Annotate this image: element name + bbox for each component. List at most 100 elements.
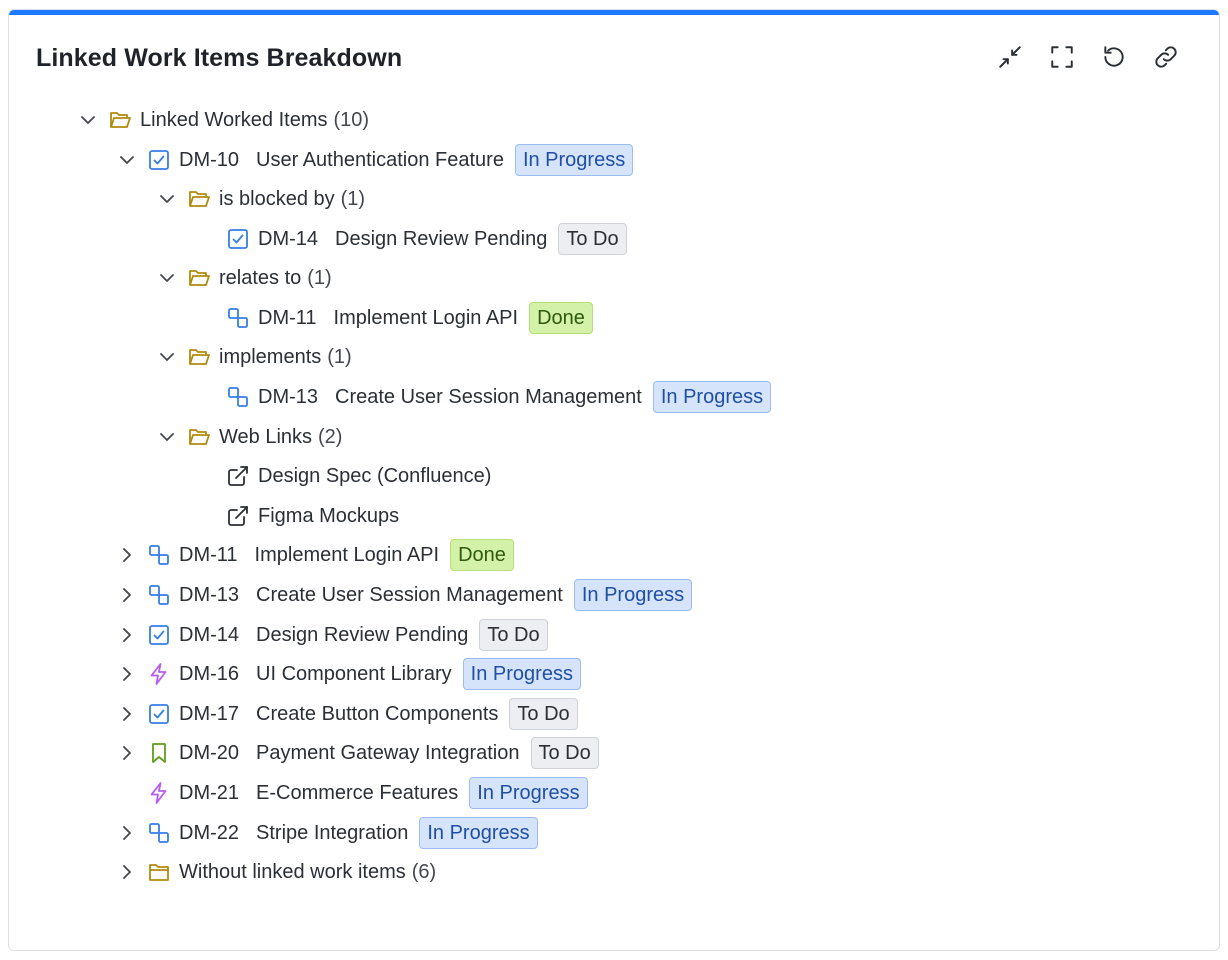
item-key[interactable]: DM-13 — [258, 386, 318, 409]
status-badge: In Progress — [462, 658, 581, 690]
tree-item-dm-11[interactable]: DM-11 Implement Login API Done — [226, 300, 593, 336]
fullscreen-button[interactable] — [1047, 42, 1077, 72]
external-link-icon — [226, 464, 250, 488]
panel-title: Linked Work Items Breakdown — [36, 44, 403, 72]
subtask-icon — [226, 306, 250, 330]
item-summary[interactable]: UI Component Library — [256, 663, 452, 686]
item-summary[interactable]: Create Button Components — [256, 703, 498, 726]
item-key[interactable]: DM-14 — [258, 228, 318, 251]
group-count: (1) — [340, 187, 366, 210]
group-count: (1) — [327, 345, 352, 368]
tree-item-dm-20[interactable]: DM-20 Payment Gateway Integration To Do — [115, 735, 599, 771]
chevron-down-icon[interactable] — [155, 425, 179, 449]
chevron-right-icon[interactable] — [115, 583, 139, 607]
item-summary[interactable]: Implement Login API — [334, 307, 519, 330]
chevron-right-icon[interactable] — [115, 860, 139, 884]
chevron-right-icon[interactable] — [115, 702, 139, 726]
story-icon — [147, 741, 171, 765]
refresh-button[interactable] — [1099, 42, 1129, 72]
tree-root[interactable]: Linked Worked Items (10) — [76, 102, 369, 138]
status-badge: To Do — [530, 737, 599, 769]
web-link-figma[interactable]: Figma Mockups — [226, 498, 399, 534]
link-icon — [1155, 46, 1177, 68]
external-link-icon — [226, 504, 250, 528]
item-key[interactable]: DM-11 — [179, 544, 238, 567]
item-key[interactable]: DM-21 — [179, 782, 239, 805]
web-link-label[interactable]: Figma Mockups — [258, 505, 399, 528]
chevron-down-icon[interactable] — [76, 108, 100, 132]
subtask-icon — [147, 543, 171, 567]
folder-open-icon — [187, 345, 211, 369]
status-badge: To Do — [479, 619, 548, 651]
task-icon — [147, 623, 171, 647]
tree-item-dm-16[interactable]: DM-16 UI Component Library In Progress — [115, 656, 581, 692]
chevron-right-icon[interactable] — [115, 821, 139, 845]
copy-link-button[interactable] — [1151, 42, 1181, 72]
link-group-web-links[interactable]: Web Links (2) — [155, 419, 342, 455]
chevron-right-icon[interactable] — [115, 741, 139, 765]
tree-item-dm-14[interactable]: DM-14 Design Review Pending To Do — [226, 221, 627, 257]
item-key[interactable]: DM-10 — [179, 149, 239, 172]
tree-item-dm-10[interactable]: DM-10 User Authentication Feature In Pro… — [115, 142, 634, 178]
status-badge: In Progress — [652, 381, 772, 413]
tree-item-dm-11[interactable]: DM-11 Implement Login API Done — [115, 537, 514, 573]
task-icon — [147, 702, 171, 726]
epic-icon — [147, 662, 171, 686]
group-label: is blocked by — [219, 187, 335, 210]
folder-open-icon — [187, 266, 211, 290]
item-key[interactable]: DM-17 — [179, 703, 239, 726]
chevron-down-icon[interactable] — [155, 187, 179, 211]
chevron-down-icon[interactable] — [155, 345, 179, 369]
item-summary[interactable]: User Authentication Feature — [256, 149, 504, 172]
item-key[interactable]: DM-16 — [179, 663, 239, 686]
chevron-right-icon[interactable] — [115, 623, 139, 647]
group-count: (2) — [318, 425, 343, 448]
tree-item-dm-13[interactable]: DM-13 Create User Session Management In … — [226, 379, 772, 415]
group-label: implements — [219, 345, 322, 368]
link-group-blocked-by[interactable]: is blocked by (1) — [155, 181, 365, 217]
toolbar — [995, 42, 1181, 72]
collapse-button[interactable] — [995, 42, 1025, 72]
epic-icon — [147, 781, 171, 805]
item-summary[interactable]: Implement Login API — [255, 544, 440, 567]
status-badge: In Progress — [419, 817, 538, 849]
item-summary[interactable]: Design Review Pending — [335, 228, 547, 251]
item-key[interactable]: DM-22 — [179, 822, 239, 845]
item-summary[interactable]: Design Review Pending — [256, 624, 468, 647]
web-link-label[interactable]: Design Spec (Confluence) — [258, 465, 491, 488]
status-badge: To Do — [558, 223, 627, 255]
link-group-implements[interactable]: implements (1) — [155, 339, 352, 375]
group-count: (10) — [333, 108, 370, 131]
item-key[interactable]: DM-14 — [179, 624, 239, 647]
web-link-design-spec[interactable]: Design Spec (Confluence) — [226, 458, 491, 494]
group-label: relates to — [219, 266, 302, 289]
chevron-down-icon[interactable] — [115, 148, 139, 172]
item-summary[interactable]: Payment Gateway Integration — [256, 742, 519, 765]
status-badge: To Do — [509, 698, 578, 730]
chevron-right-icon[interactable] — [115, 543, 139, 567]
item-summary[interactable]: E-Commerce Features — [256, 782, 458, 805]
chevron-right-icon[interactable] — [115, 662, 139, 686]
link-group-relates-to[interactable]: relates to (1) — [155, 260, 332, 296]
task-icon — [226, 227, 250, 251]
status-badge: In Progress — [514, 144, 634, 176]
item-key[interactable]: DM-11 — [258, 307, 317, 330]
tree-item-dm-13[interactable]: DM-13 Create User Session Management In … — [115, 577, 693, 613]
subtask-icon — [147, 583, 171, 607]
tree-item-dm-22[interactable]: DM-22 Stripe Integration In Progress — [115, 815, 538, 851]
item-key[interactable]: DM-20 — [179, 742, 239, 765]
status-badge: In Progress — [469, 777, 588, 809]
item-summary[interactable]: Create User Session Management — [256, 584, 563, 607]
chevron-down-icon[interactable] — [155, 266, 179, 290]
group-without-links[interactable]: Without linked work items (6) — [115, 854, 436, 890]
status-badge: Done — [450, 539, 514, 571]
tree-item-dm-21[interactable]: DM-21 E-Commerce Features In Progress — [115, 775, 588, 811]
item-key[interactable]: DM-13 — [179, 584, 239, 607]
item-summary[interactable]: Create User Session Management — [335, 386, 642, 409]
group-label: Linked Worked Items — [140, 108, 328, 131]
tree-item-dm-14[interactable]: DM-14 Design Review Pending To Do — [115, 617, 548, 653]
item-summary[interactable]: Stripe Integration — [256, 822, 408, 845]
subtask-icon — [147, 821, 171, 845]
task-icon — [147, 148, 171, 172]
tree-item-dm-17[interactable]: DM-17 Create Button Components To Do — [115, 696, 578, 732]
